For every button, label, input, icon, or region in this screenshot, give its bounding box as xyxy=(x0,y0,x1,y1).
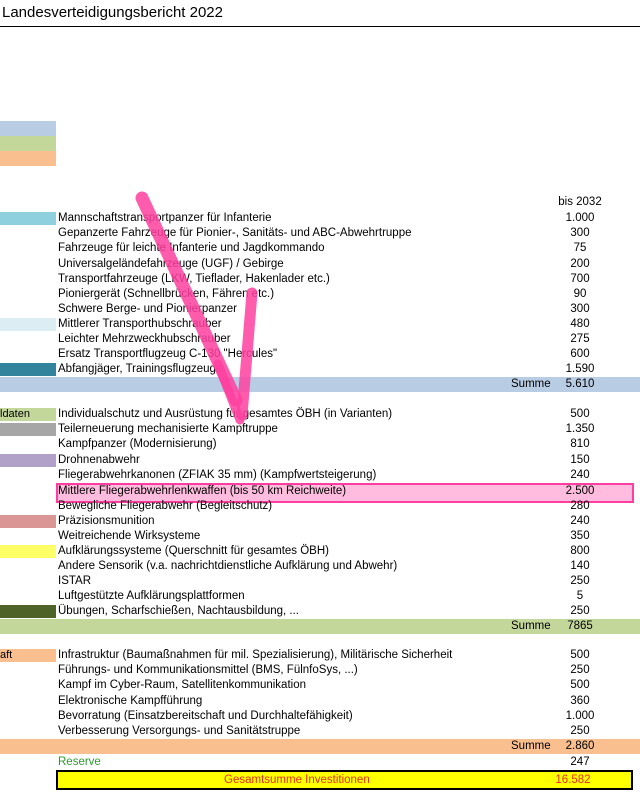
annotation-arrow-icon xyxy=(135,191,258,425)
